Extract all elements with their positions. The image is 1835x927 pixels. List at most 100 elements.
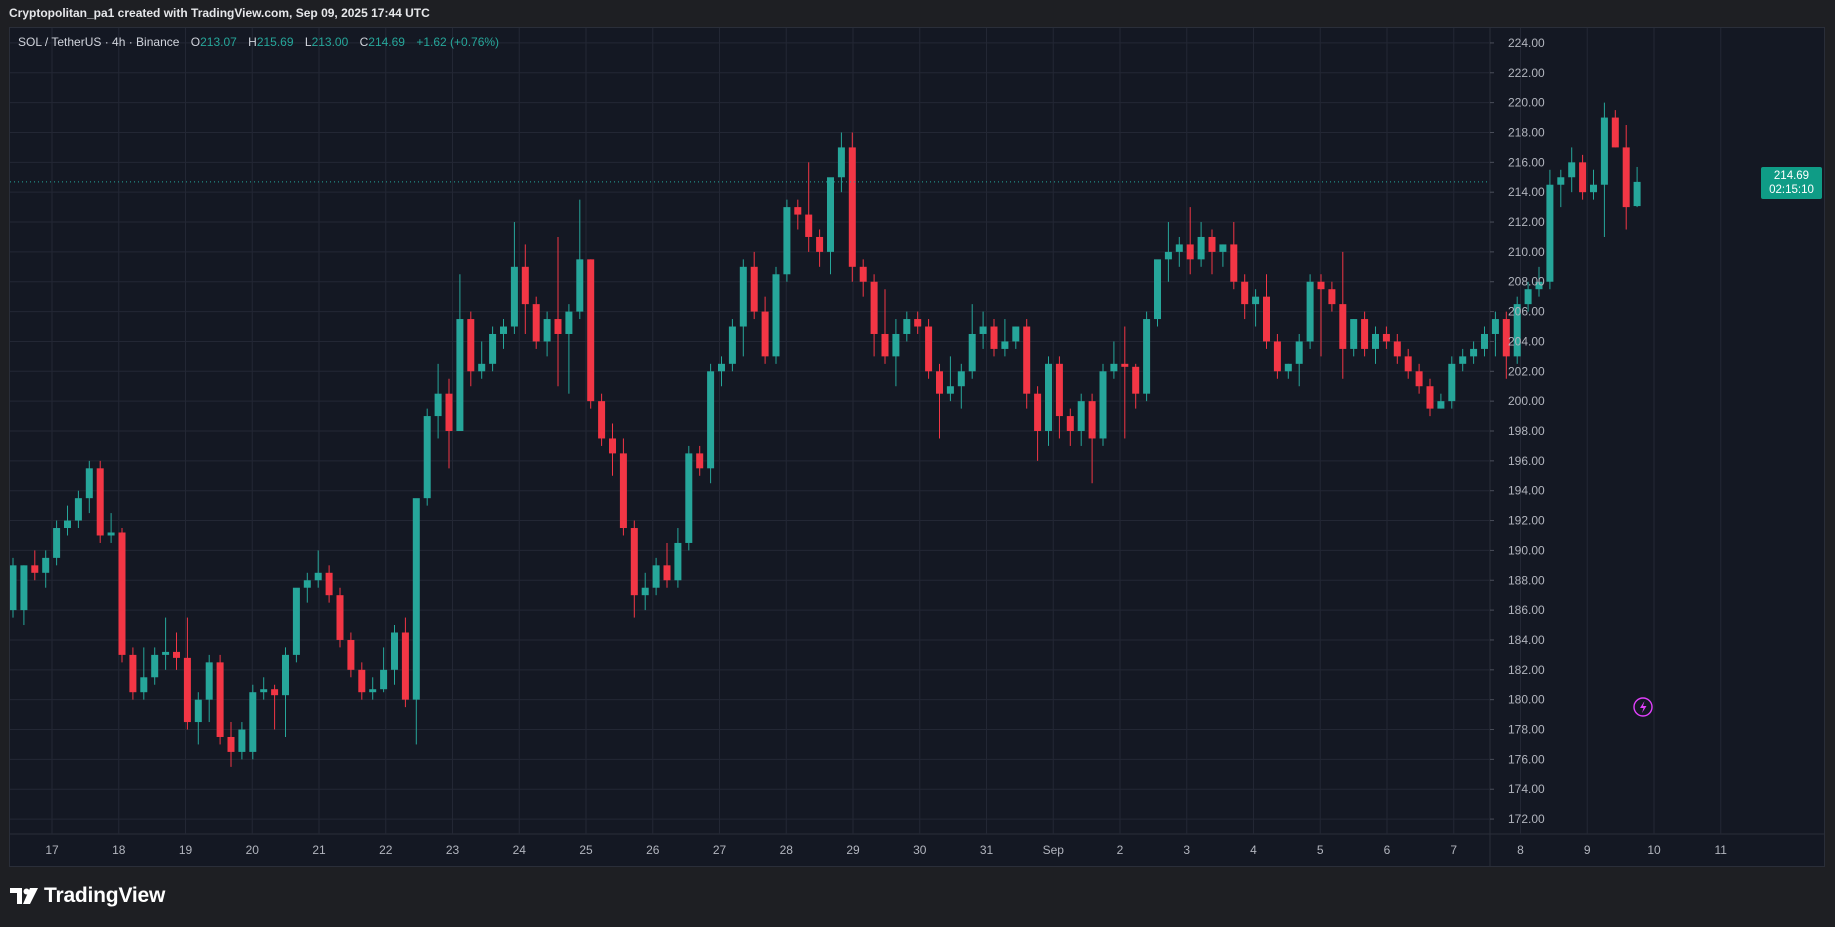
candle-body xyxy=(1459,356,1467,364)
candlestick-chart[interactable]: 172.00 174.00 176.00 178.00 180.00 182.00 184.… xyxy=(10,28,1825,867)
change-value: +1.62 (+0.76%) xyxy=(416,35,500,49)
candle-body xyxy=(587,259,595,402)
candle-body xyxy=(1099,371,1107,439)
candle-body xyxy=(750,266,758,312)
candle-body xyxy=(1241,281,1249,305)
candle-body xyxy=(1306,281,1314,342)
candle-body xyxy=(914,319,922,327)
price-tick-label: 216.00 xyxy=(1508,155,1545,169)
candle-body xyxy=(183,657,191,723)
time-tick-label: 5 xyxy=(1317,843,1324,857)
candle-body xyxy=(205,662,213,700)
time-tick-label: 7 xyxy=(1450,843,1457,857)
candle-body xyxy=(652,565,660,588)
candles xyxy=(10,102,1641,767)
time-tick-label: 19 xyxy=(179,843,193,857)
price-tick-label: 180.00 xyxy=(1508,693,1545,707)
candle-body xyxy=(630,528,638,596)
candle-body xyxy=(391,632,398,670)
price-tick-label: 182.00 xyxy=(1508,663,1545,677)
high-label: H xyxy=(248,35,257,49)
candle-body xyxy=(805,214,813,237)
candle-body xyxy=(194,699,202,723)
candle-body xyxy=(151,654,159,678)
candle-body xyxy=(870,281,878,334)
candle-body xyxy=(249,692,257,752)
time-tick-label: 17 xyxy=(45,843,59,857)
candle-body xyxy=(1230,244,1238,282)
price-tick-label: 224.00 xyxy=(1508,36,1545,50)
candle-body xyxy=(783,207,791,275)
candle-body xyxy=(31,565,39,573)
price-tick-label: 222.00 xyxy=(1508,66,1545,80)
candle-body xyxy=(1382,333,1390,342)
candle-body xyxy=(674,542,682,581)
candle-body xyxy=(1568,162,1576,178)
current-price-badge: 214.69 02:15:10 xyxy=(1761,166,1822,199)
time-tick-label: 9 xyxy=(1584,843,1591,857)
candle-body xyxy=(1045,363,1052,431)
candle-body xyxy=(434,393,442,417)
candle-body xyxy=(380,669,388,690)
candle-body xyxy=(1415,371,1423,387)
candle-body xyxy=(598,401,606,439)
candle-body xyxy=(1175,244,1183,252)
close-value: 214.69 xyxy=(368,35,405,49)
candle-body xyxy=(859,266,867,282)
time-tick-label: 22 xyxy=(379,843,393,857)
candle-body xyxy=(532,304,540,342)
symbol-legend: SOL / TetherUS · 4h · Binance O213.07 H2… xyxy=(18,35,499,49)
candle-body xyxy=(1448,363,1456,402)
candle-body xyxy=(1001,341,1009,349)
time-tick-label: 31 xyxy=(980,843,994,857)
candle-body xyxy=(1361,319,1369,349)
candle-body xyxy=(1110,363,1118,372)
candle-body xyxy=(554,319,562,334)
time-tick-label: 23 xyxy=(446,843,460,857)
candle-body xyxy=(489,333,497,364)
candle-body xyxy=(1154,259,1161,320)
symbol-label[interactable]: SOL / TetherUS · 4h · Binance xyxy=(18,35,179,49)
time-tick-label: 29 xyxy=(846,843,860,857)
candle-body xyxy=(314,572,322,581)
candle-body xyxy=(641,587,649,596)
candle-body xyxy=(990,326,998,349)
price-tick-label: 172.00 xyxy=(1508,812,1545,826)
chart-area[interactable]: 172.00 174.00 176.00 178.00 180.00 182.00 184.… xyxy=(9,27,1825,867)
candle-body xyxy=(1273,341,1281,372)
time-tick-label: 27 xyxy=(713,843,727,857)
candle-body xyxy=(728,326,736,364)
price-tick-label: 214.00 xyxy=(1508,185,1545,199)
tradingview-logo[interactable]: TradingView xyxy=(10,884,165,908)
candle-body xyxy=(968,333,976,372)
lightning-icon[interactable] xyxy=(1633,697,1653,717)
open-label: O xyxy=(190,35,201,49)
candle-body xyxy=(1426,386,1434,409)
time-axis[interactable]: 17 18 19 20 21 22 23 24 25 26 27 28 29 30 31 Sep 2 3 4 5 6 7 8… xyxy=(45,843,1727,857)
candle-body xyxy=(401,632,409,700)
time-tick-label: 25 xyxy=(579,843,593,857)
candle-body xyxy=(881,333,889,357)
candle-body xyxy=(1012,326,1020,342)
price-axis[interactable]: 172.00 174.00 176.00 178.00 180.00 182.00 184.… xyxy=(1490,36,1545,826)
candle-body xyxy=(1284,363,1292,372)
candle-body xyxy=(1524,289,1532,305)
candle-body xyxy=(1470,348,1478,357)
candle-body xyxy=(1590,184,1597,193)
candle-body xyxy=(510,266,518,327)
candle-body xyxy=(1328,289,1336,305)
low-value: 213.00 xyxy=(311,35,349,49)
price-tick-label: 190.00 xyxy=(1508,543,1545,557)
candle-body xyxy=(260,689,268,693)
price-tick-label: 188.00 xyxy=(1508,573,1545,587)
price-tick-label: 210.00 xyxy=(1508,245,1545,259)
candle-body xyxy=(1579,162,1587,193)
candle-body xyxy=(107,532,115,536)
candle-body xyxy=(1633,181,1641,207)
candle-body xyxy=(467,319,475,372)
candle-body xyxy=(1622,147,1630,208)
time-tick-label: Sep xyxy=(1043,843,1065,857)
candle-body xyxy=(936,371,943,394)
time-tick-label: 20 xyxy=(246,843,260,857)
time-tick-label: 3 xyxy=(1183,843,1190,857)
